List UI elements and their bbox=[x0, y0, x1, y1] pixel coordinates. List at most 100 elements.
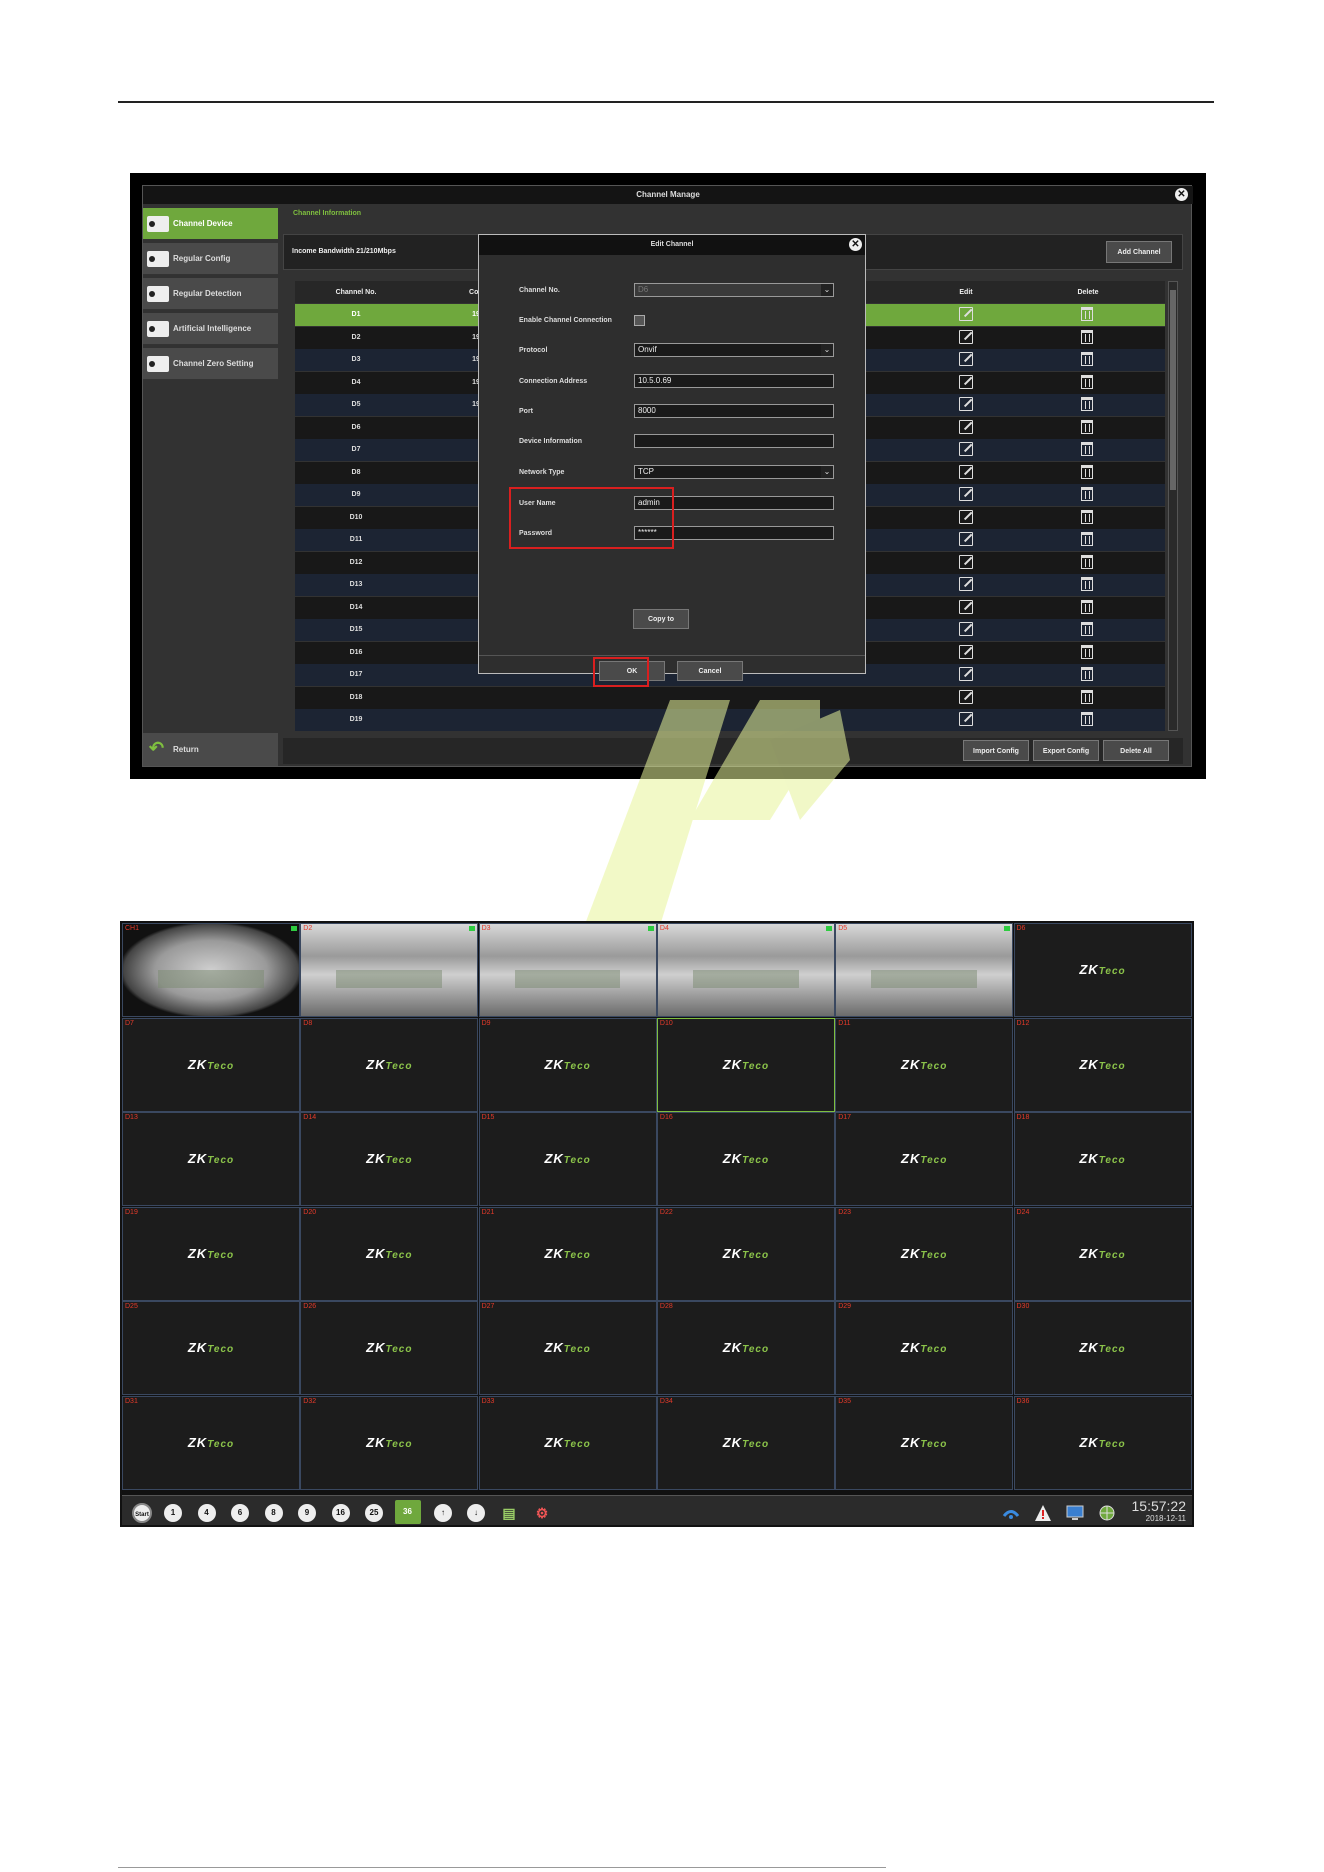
camera-tile[interactable]: D4 bbox=[656, 923, 835, 1017]
table-scrollbar[interactable] bbox=[1168, 281, 1178, 731]
edit-icon[interactable] bbox=[959, 307, 973, 321]
edit-icon[interactable] bbox=[959, 712, 973, 726]
table-row[interactable]: D19 bbox=[295, 709, 1165, 731]
edit-icon[interactable] bbox=[959, 667, 973, 681]
delete-icon[interactable] bbox=[1081, 397, 1093, 411]
monitor-icon[interactable] bbox=[1066, 1504, 1084, 1522]
delete-icon[interactable] bbox=[1081, 464, 1093, 479]
sidebar-item-channel-zero-setting[interactable]: Channel Zero Setting bbox=[143, 348, 278, 380]
camera-tile[interactable]: ZKTeco D13 bbox=[122, 1112, 300, 1206]
delete-icon[interactable] bbox=[1081, 509, 1093, 524]
network-type-select[interactable]: TCP ⌄ bbox=[634, 465, 834, 479]
edit-icon[interactable] bbox=[959, 532, 973, 546]
camera-tile[interactable]: ZKTeco D11 bbox=[835, 1017, 1014, 1112]
edit-icon[interactable] bbox=[959, 397, 973, 411]
scroll-thumb[interactable] bbox=[1170, 290, 1176, 490]
edit-icon[interactable] bbox=[959, 622, 973, 636]
layout-6-button[interactable]: 6 bbox=[231, 1504, 249, 1522]
delete-icon[interactable] bbox=[1081, 644, 1093, 659]
camera-tile[interactable]: ZKTeco D21 bbox=[478, 1206, 657, 1301]
enable-connection-checkbox[interactable] bbox=[634, 315, 645, 326]
sidebar-item-regular-config[interactable]: Regular Config bbox=[143, 243, 278, 275]
cancel-button[interactable]: Cancel bbox=[677, 661, 743, 681]
camera-tile[interactable]: ZKTeco D27 bbox=[478, 1301, 657, 1395]
camera-tile[interactable]: ZKTeco D36 bbox=[1013, 1395, 1192, 1490]
delete-icon[interactable] bbox=[1081, 307, 1093, 321]
camera-tile[interactable]: ZKTeco D35 bbox=[835, 1395, 1014, 1490]
delete-icon[interactable] bbox=[1081, 442, 1093, 456]
edit-icon[interactable] bbox=[959, 554, 973, 569]
delete-icon[interactable] bbox=[1081, 712, 1093, 726]
camera-tile[interactable]: ZKTeco D17 bbox=[835, 1112, 1014, 1206]
delete-icon[interactable] bbox=[1081, 599, 1093, 614]
alarm-icon[interactable] bbox=[1034, 1504, 1052, 1522]
delete-icon[interactable] bbox=[1081, 487, 1093, 501]
delete-icon[interactable] bbox=[1081, 352, 1093, 366]
snapshot-icon[interactable]: ▤ bbox=[500, 1504, 518, 1522]
dialog-close-icon[interactable]: ✕ bbox=[849, 238, 862, 251]
layout-4-button[interactable]: 4 bbox=[197, 1504, 216, 1522]
camera-tile[interactable]: ZKTeco D32 bbox=[300, 1395, 479, 1490]
layout-1-button[interactable]: 1 bbox=[164, 1504, 182, 1522]
camera-tile[interactable]: ZKTeco D30 bbox=[1013, 1301, 1192, 1395]
close-icon[interactable]: ✕ bbox=[1175, 188, 1188, 201]
camera-tile[interactable]: ZKTeco D24 bbox=[1013, 1206, 1192, 1301]
layout-9-button[interactable]: 9 bbox=[298, 1504, 316, 1522]
layout-36-button[interactable]: 36 bbox=[394, 1500, 421, 1524]
camera-tile[interactable]: ZKTeco D22 bbox=[656, 1206, 835, 1301]
edit-icon[interactable] bbox=[959, 487, 973, 501]
camera-tile[interactable]: D3 bbox=[478, 923, 657, 1017]
layout-16-button[interactable]: 16 bbox=[331, 1504, 350, 1522]
camera-tile[interactable]: D2 bbox=[300, 923, 479, 1017]
delete-icon[interactable] bbox=[1081, 667, 1093, 681]
arrow-up-icon[interactable]: ↑ bbox=[434, 1504, 452, 1522]
device-info-input[interactable] bbox=[634, 434, 834, 448]
channel-no-select[interactable]: D6 ⌄ bbox=[634, 283, 834, 297]
edit-icon[interactable] bbox=[959, 599, 973, 614]
layout-25-button[interactable]: 25 bbox=[365, 1504, 383, 1522]
edit-icon[interactable] bbox=[959, 419, 973, 434]
sidebar-item-artificial-intelligence[interactable]: Artificial Intelligence bbox=[143, 313, 278, 345]
delete-icon[interactable] bbox=[1081, 532, 1093, 546]
delete-icon[interactable] bbox=[1081, 419, 1093, 434]
camera-tile[interactable]: ZKTeco D16 bbox=[656, 1112, 835, 1206]
camera-tile[interactable]: ZKTeco D18 bbox=[1013, 1112, 1192, 1206]
layout-8-button[interactable]: 8 bbox=[264, 1504, 283, 1522]
camera-tile[interactable]: ZKTeco D28 bbox=[656, 1301, 835, 1395]
camera-tile[interactable]: ZKTeco D26 bbox=[300, 1301, 479, 1395]
camera-tile[interactable]: ZKTeco D19 bbox=[122, 1206, 300, 1301]
camera-tile[interactable]: ZKTeco D31 bbox=[122, 1395, 300, 1490]
camera-tile[interactable]: D5 bbox=[835, 923, 1014, 1017]
return-button[interactable]: ↶ Return bbox=[143, 733, 278, 766]
add-channel-button[interactable]: Add Channel bbox=[1106, 241, 1172, 263]
edit-icon[interactable] bbox=[959, 689, 973, 704]
delete-all-button[interactable]: Delete All bbox=[1103, 740, 1169, 761]
camera-tile[interactable]: CH1 bbox=[122, 923, 300, 1017]
edit-icon[interactable] bbox=[959, 374, 973, 389]
edit-icon[interactable] bbox=[959, 464, 973, 479]
camera-tile[interactable]: ZKTeco D29 bbox=[835, 1301, 1014, 1395]
export-config-button[interactable]: Export Config bbox=[1033, 740, 1099, 761]
copy-to-button[interactable]: Copy to bbox=[633, 609, 689, 629]
table-row[interactable]: D18 bbox=[295, 686, 1165, 709]
delete-icon[interactable] bbox=[1081, 329, 1093, 344]
camera-tile[interactable]: ZKTeco D20 bbox=[300, 1206, 479, 1301]
delete-icon[interactable] bbox=[1081, 577, 1093, 591]
camera-tile[interactable]: ZKTeco D15 bbox=[478, 1112, 657, 1206]
sidebar-item-regular-detection[interactable]: Regular Detection bbox=[143, 278, 278, 310]
user-settings-icon[interactable]: ⚙ bbox=[533, 1504, 551, 1522]
arrow-down-icon[interactable]: ↓ bbox=[467, 1504, 485, 1522]
sidebar-item-channel-device[interactable]: Channel Device bbox=[143, 208, 278, 240]
port-input[interactable]: 8000 bbox=[634, 404, 834, 418]
edit-icon[interactable] bbox=[959, 509, 973, 524]
delete-icon[interactable] bbox=[1081, 374, 1093, 389]
camera-tile[interactable]: ZKTeco D9 bbox=[478, 1017, 657, 1112]
camera-tile[interactable]: ZKTeco D34 bbox=[656, 1395, 835, 1490]
camera-tile[interactable]: ZKTeco D14 bbox=[300, 1112, 479, 1206]
delete-icon[interactable] bbox=[1081, 689, 1093, 704]
camera-tile[interactable]: ZKTeco D23 bbox=[835, 1206, 1014, 1301]
camera-tile[interactable]: ZKTeco D7 bbox=[122, 1017, 300, 1112]
camera-tile[interactable]: ZKTeco D25 bbox=[122, 1301, 300, 1395]
delete-icon[interactable] bbox=[1081, 554, 1093, 569]
camera-tile[interactable]: ZKTeco D33 bbox=[478, 1395, 657, 1490]
